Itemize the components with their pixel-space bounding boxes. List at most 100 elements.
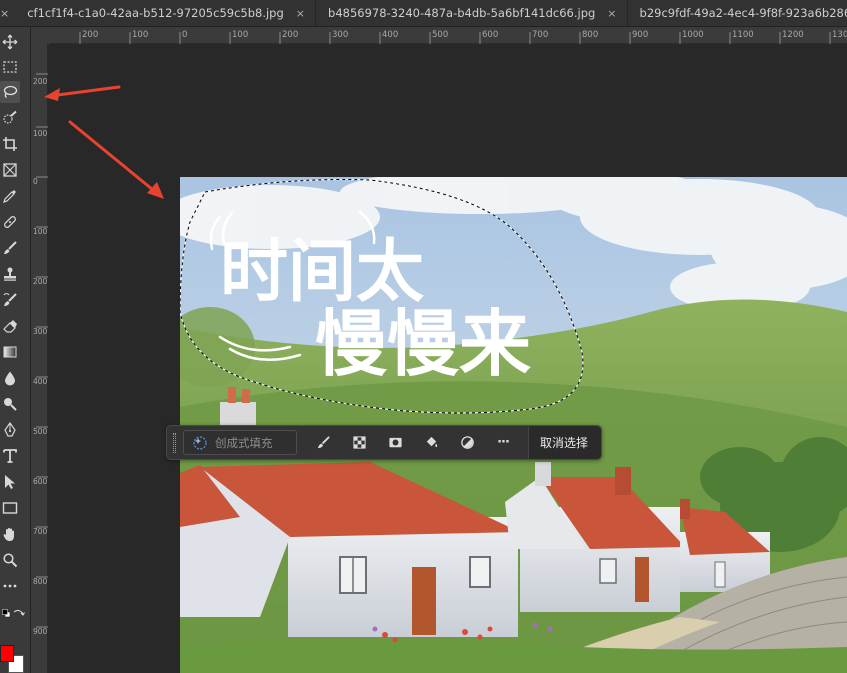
marquee-tool[interactable] <box>0 56 20 78</box>
quick-select-icon <box>3 110 17 124</box>
ruler-label: 500 <box>33 427 48 436</box>
photoshop-window: × cf1cf1f4-c1a0-42aa-b512-97205c59c5b8.j… <box>0 0 847 673</box>
ruler-label: 1100 <box>732 30 754 40</box>
adjustment-icon <box>460 436 474 449</box>
ruler-label: 0 <box>33 177 38 186</box>
ruler-label: 200 <box>33 77 48 86</box>
ruler-label: 400 <box>33 377 48 386</box>
healing-brush-tool[interactable] <box>0 211 20 233</box>
frame-tool[interactable] <box>0 159 20 181</box>
zoom-tool[interactable] <box>0 549 20 571</box>
eraser-tool[interactable] <box>0 315 20 337</box>
ruler-label: 100 <box>33 129 48 138</box>
ruler-label: 800 <box>33 577 48 586</box>
annotation-arrow <box>68 120 164 199</box>
default-colors-button[interactable] <box>2 603 11 618</box>
tab-overflow[interactable]: × <box>0 0 15 26</box>
ruler-label: 100 <box>232 30 249 40</box>
contextual-task-bar: 创成式填充 ··· 取消选择 <box>166 425 602 460</box>
ruler-label: 500 <box>432 30 449 40</box>
create-mask-button[interactable] <box>377 426 413 459</box>
marquee-icon <box>3 61 17 73</box>
document-tab-2[interactable]: b4856978-3240-487a-b4db-5a6bf141dc66.jpg… <box>316 0 628 26</box>
close-icon[interactable]: × <box>607 7 616 20</box>
ruler-label: 600 <box>482 30 499 40</box>
brush-icon <box>4 241 17 254</box>
ruler-label: 900 <box>632 30 649 40</box>
hand-icon <box>3 528 14 541</box>
generative-fill-icon <box>193 435 207 450</box>
tab-label: b29c9fdf-49a2-4ec4-9f8f-923a6b2861e4.png <box>639 6 847 20</box>
modify-selection-button[interactable] <box>305 426 341 459</box>
blur-icon <box>5 371 16 386</box>
brush-edit-icon <box>317 436 330 449</box>
more-options-button[interactable]: ··· <box>485 426 521 459</box>
foreground-color-swatch[interactable] <box>0 645 14 662</box>
path-select-icon <box>5 475 15 489</box>
ruler-origin[interactable] <box>31 27 50 44</box>
ruler-label: 200 <box>82 30 99 40</box>
dodge-tool[interactable] <box>0 393 20 415</box>
pen-tool[interactable] <box>0 419 20 441</box>
ruler-ticks <box>79 32 831 44</box>
stamp-icon <box>4 267 16 281</box>
gradient-tool[interactable] <box>0 341 20 363</box>
rectangle-tool[interactable] <box>0 497 20 519</box>
move-tool[interactable] <box>0 31 20 53</box>
document-tab-bar: × cf1cf1f4-c1a0-42aa-b512-97205c59c5b8.j… <box>0 0 847 27</box>
deselect-label: 取消选择 <box>539 436 588 450</box>
taskbar-drag-handle[interactable] <box>167 426 181 459</box>
history-brush-tool[interactable] <box>0 289 20 311</box>
blur-tool[interactable] <box>0 367 20 389</box>
tools-panel <box>0 27 31 673</box>
healing-brush-icon <box>4 216 16 228</box>
default-colors-icon <box>2 609 11 618</box>
zoom-icon <box>3 553 18 568</box>
mask-icon <box>388 437 402 448</box>
horizontal-ruler[interactable]: 200 100 0 100 200 300 400 500 600 700 80… <box>50 27 847 44</box>
ruler-label: 700 <box>33 527 48 536</box>
deselect-button[interactable]: 取消选择 <box>527 426 601 459</box>
document-tab-1[interactable]: cf1cf1f4-c1a0-42aa-b512-97205c59c5b8.jpg… <box>15 0 317 26</box>
close-icon[interactable]: × <box>296 7 305 20</box>
adjustment-layer-button[interactable] <box>449 426 485 459</box>
generative-fill-label: 创成式填充 <box>215 435 273 450</box>
clone-stamp-tool[interactable] <box>0 263 20 285</box>
lasso-tool[interactable] <box>0 81 20 103</box>
rectangle-icon <box>2 502 18 514</box>
history-brush-icon <box>3 293 17 306</box>
brush-tool[interactable] <box>0 237 20 259</box>
path-selection-tool[interactable] <box>0 471 20 493</box>
quick-select-tool[interactable] <box>0 107 20 129</box>
ruler-label: 1200 <box>782 30 804 40</box>
pen-icon <box>4 422 16 437</box>
crop-icon <box>3 137 17 151</box>
move-icon <box>2 34 18 50</box>
gradient-icon <box>3 346 17 358</box>
ruler-label: 0 <box>182 30 188 40</box>
eyedropper-icon <box>3 190 16 203</box>
ruler-label: 900 <box>33 627 48 636</box>
artwork-title-line2: 慢慢来 <box>315 302 531 386</box>
annotation-arrow <box>44 85 121 101</box>
ruler-label: 300 <box>33 327 48 336</box>
hand-tool[interactable] <box>0 523 20 545</box>
more-tools-icon <box>3 584 17 588</box>
ruler-label: 600 <box>33 477 48 486</box>
tab-label: b4856978-3240-487a-b4db-5a6bf141dc66.jpg <box>328 6 596 20</box>
artwork-title-line1: 时间太 <box>220 233 424 312</box>
swap-colors-button[interactable] <box>13 604 25 616</box>
close-icon[interactable]: × <box>0 7 9 20</box>
document-tab-3[interactable]: b29c9fdf-49a2-4ec4-9f8f-923a6b2861e4.png <box>628 0 847 26</box>
ruler-label: 100 <box>33 227 48 236</box>
ruler-label: 1000 <box>682 30 704 40</box>
generative-fill-button[interactable]: 创成式填充 <box>183 430 297 455</box>
dodge-icon <box>4 398 17 411</box>
eyedropper-tool[interactable] <box>0 185 20 207</box>
fill-selection-button[interactable] <box>413 426 449 459</box>
type-tool[interactable] <box>0 445 20 467</box>
invert-selection-button[interactable] <box>341 426 377 459</box>
more-tools-button[interactable] <box>0 575 20 597</box>
crop-tool[interactable] <box>0 133 20 155</box>
ruler-label: 300 <box>332 30 349 40</box>
